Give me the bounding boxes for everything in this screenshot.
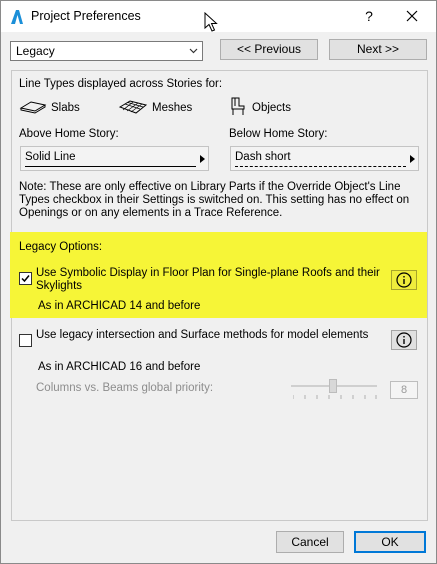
info-icon xyxy=(396,272,412,288)
columns-beams-priority-label: Columns vs. Beams global priority: xyxy=(36,382,214,394)
slabs-label: Slabs xyxy=(51,102,80,114)
title-bar: Project Preferences ? xyxy=(1,1,436,32)
priority-value-field[interactable]: 8 xyxy=(390,381,418,399)
symbolic-display-info-button[interactable] xyxy=(391,270,417,290)
mesh-icon xyxy=(118,100,148,114)
object-chair-icon xyxy=(231,97,245,115)
meshes-label: Meshes xyxy=(152,102,193,114)
window-title: Project Preferences xyxy=(31,9,141,23)
line-types-note: Note: These are only effective on Librar… xyxy=(19,181,410,219)
solid-line-preview xyxy=(25,166,196,167)
previous-button[interactable]: << Previous xyxy=(220,39,318,60)
priority-slider-thumb[interactable] xyxy=(329,379,337,393)
chevron-down-icon xyxy=(189,48,198,54)
checkmark-icon xyxy=(21,275,30,283)
next-button[interactable]: Next >> xyxy=(329,39,427,60)
legacy-intersection-info-button[interactable] xyxy=(391,330,417,350)
above-home-story-value: Solid Line xyxy=(25,151,76,163)
below-home-story-value: Dash short xyxy=(235,151,291,163)
below-home-story-popup[interactable]: Dash short xyxy=(230,146,419,171)
legacy-intersection-checkbox[interactable] xyxy=(19,334,32,347)
above-home-story-label: Above Home Story: xyxy=(19,128,119,140)
below-home-story-label: Below Home Story: xyxy=(229,128,328,140)
popup-arrow-icon xyxy=(410,155,415,163)
above-home-story-popup[interactable]: Solid Line xyxy=(20,146,209,171)
symbolic-display-checkbox[interactable] xyxy=(19,272,32,285)
info-icon xyxy=(396,332,412,348)
legacy-options-heading: Legacy Options: xyxy=(19,241,103,253)
symbolic-display-subtext: As in ARCHICAD 14 and before xyxy=(38,300,201,312)
slab-icon xyxy=(19,101,47,114)
objects-label: Objects xyxy=(252,102,291,114)
help-button[interactable]: ? xyxy=(357,5,381,27)
project-preferences-dialog: Project Preferences ? Legacy << Previous… xyxy=(0,0,437,564)
legacy-intersection-label[interactable]: Use legacy intersection and Surface meth… xyxy=(36,329,376,342)
category-dropdown-value: Legacy xyxy=(16,44,55,58)
archicad-app-icon xyxy=(11,10,23,24)
mouse-cursor-icon xyxy=(204,12,218,32)
popup-arrow-icon xyxy=(200,155,205,163)
priority-slider-ticks xyxy=(293,395,377,399)
symbolic-display-label[interactable]: Use Symbolic Display in Floor Plan for S… xyxy=(36,267,386,293)
cancel-button[interactable]: Cancel xyxy=(276,531,344,553)
close-icon[interactable] xyxy=(397,5,427,27)
category-dropdown[interactable]: Legacy xyxy=(10,41,203,61)
ok-button[interactable]: OK xyxy=(354,531,426,553)
line-types-heading: Line Types displayed across Stories for: xyxy=(19,78,223,90)
legacy-intersection-subtext: As in ARCHICAD 16 and before xyxy=(38,361,201,373)
dash-line-preview xyxy=(235,166,406,167)
